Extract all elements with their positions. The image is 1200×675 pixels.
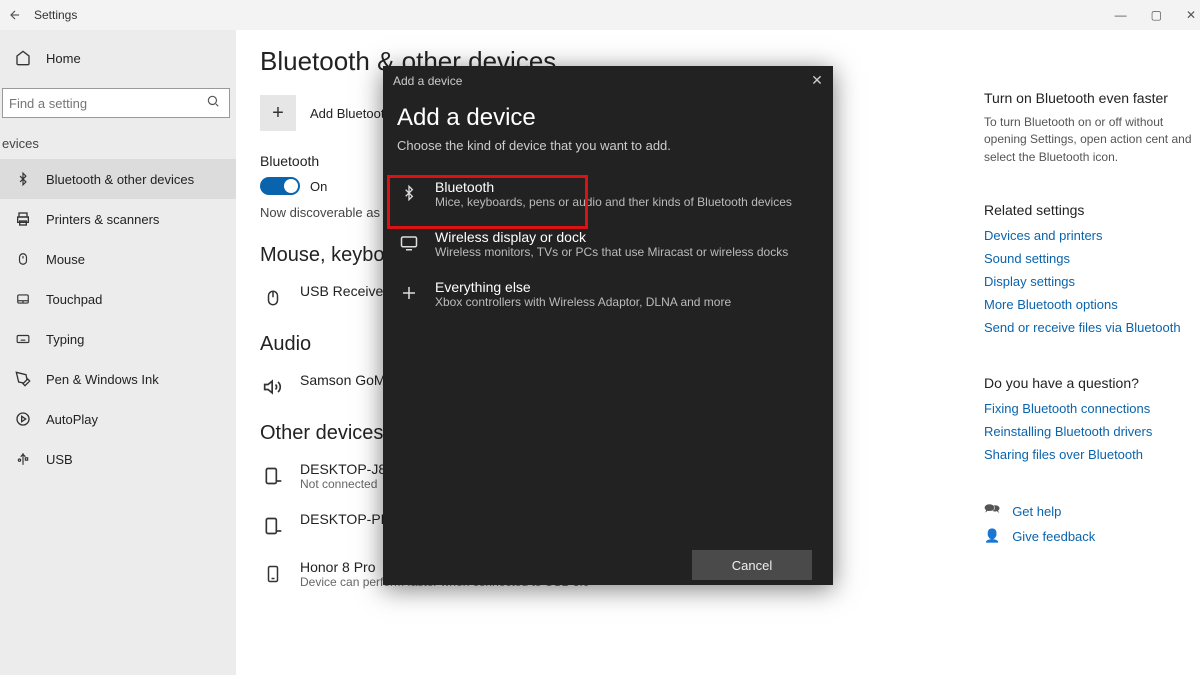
sidebar-item-mouse[interactable]: Mouse: [0, 239, 236, 279]
option-desc: Wireless monitors, TVs or PCs that use M…: [435, 245, 788, 259]
mouse-icon: [260, 285, 286, 311]
mouse-icon: [14, 250, 32, 268]
sidebar-item-typing[interactable]: Typing: [0, 319, 236, 359]
bluetooth-icon: [397, 181, 421, 205]
device-icon: [260, 513, 286, 539]
sidebar-item-pen[interactable]: Pen & Windows Ink: [0, 359, 236, 399]
tip-body: To turn Bluetooth on or off without open…: [984, 114, 1194, 166]
close-button[interactable]: ✕: [1186, 8, 1196, 22]
sidebar-item-label: Mouse: [46, 252, 85, 267]
sidebar: Home evices Bluetooth & other devices Pr…: [0, 30, 236, 675]
sidebar-item-autoplay[interactable]: AutoPlay: [0, 399, 236, 439]
question-title: Do you have a question?: [984, 375, 1194, 391]
question-link[interactable]: Fixing Bluetooth connections: [984, 401, 1194, 416]
related-title: Related settings: [984, 202, 1194, 218]
sidebar-home[interactable]: Home: [0, 38, 236, 78]
option-desc: Mice, keyboards, pens or audio and ther …: [435, 195, 792, 209]
bluetooth-state: On: [310, 179, 327, 194]
feedback-icon: 👤: [984, 528, 1000, 544]
pen-icon: [14, 370, 32, 388]
tip-title: Turn on Bluetooth even faster: [984, 90, 1194, 106]
option-desc: Xbox controllers with Wireless Adaptor, …: [435, 295, 731, 309]
sidebar-home-label: Home: [46, 51, 81, 66]
titlebar: Settings — ▢ ✕: [0, 0, 1200, 30]
sidebar-item-label: Pen & Windows Ink: [46, 372, 159, 387]
maximize-button[interactable]: ▢: [1151, 8, 1162, 22]
back-button[interactable]: [0, 0, 30, 30]
device-name: Samson GoMic: [300, 372, 396, 388]
bluetooth-icon: [14, 170, 32, 188]
sidebar-item-label: USB: [46, 452, 73, 467]
minimize-button[interactable]: —: [1115, 8, 1127, 22]
monitor-icon: [397, 231, 421, 255]
dialog-titlebar: Add a device ✕: [383, 66, 833, 96]
add-device-button[interactable]: +: [260, 95, 296, 131]
sidebar-item-bluetooth[interactable]: Bluetooth & other devices: [0, 159, 236, 199]
sidebar-category: evices: [0, 128, 236, 159]
get-help[interactable]: 🗪Get help: [984, 500, 1194, 522]
sidebar-search: [2, 88, 230, 118]
sidebar-item-printers[interactable]: Printers & scanners: [0, 199, 236, 239]
right-panel: Turn on Bluetooth even faster To turn Bl…: [984, 90, 1200, 550]
window-title: Settings: [34, 8, 77, 22]
home-icon: [14, 49, 32, 67]
usb-icon: [14, 450, 32, 468]
option-everything-else[interactable]: Everything elseXbox controllers with Wir…: [383, 269, 833, 319]
option-title: Everything else: [435, 279, 731, 295]
settings-window: Settings — ▢ ✕ Home evices Bluetooth & o…: [0, 0, 1200, 675]
option-title: Wireless display or dock: [435, 229, 788, 245]
plus-icon: [397, 281, 421, 305]
phone-icon: [260, 561, 286, 587]
sidebar-item-label: Typing: [46, 332, 84, 347]
sidebar-item-label: AutoPlay: [46, 412, 98, 427]
give-feedback[interactable]: 👤Give feedback: [984, 528, 1194, 544]
dialog-titlebar-text: Add a device: [393, 74, 462, 88]
search-icon: [206, 94, 220, 111]
plus-icon: +: [272, 102, 284, 125]
related-link[interactable]: More Bluetooth options: [984, 297, 1194, 312]
option-wireless-display[interactable]: Wireless display or dockWireless monitor…: [383, 219, 833, 269]
add-device-dialog: Add a device ✕ Add a device Choose the k…: [383, 66, 833, 585]
question-link[interactable]: Sharing files over Bluetooth: [984, 447, 1194, 462]
bluetooth-toggle[interactable]: [260, 177, 300, 195]
keyboard-icon: [14, 330, 32, 348]
sidebar-item-touchpad[interactable]: Touchpad: [0, 279, 236, 319]
device-name: USB Receiver: [300, 283, 388, 299]
cancel-button[interactable]: Cancel: [692, 550, 812, 580]
device-icon: [260, 463, 286, 489]
autoplay-icon: [14, 410, 32, 428]
dialog-close-button[interactable]: ✕: [807, 70, 827, 90]
sidebar-item-label: Bluetooth & other devices: [46, 172, 194, 187]
related-link[interactable]: Display settings: [984, 274, 1194, 289]
dialog-subtitle: Choose the kind of device that you want …: [397, 138, 819, 153]
sidebar-item-label: Touchpad: [46, 292, 102, 307]
sidebar-item-label: Printers & scanners: [46, 212, 159, 227]
touchpad-icon: [14, 290, 32, 308]
help-icon: 🗪: [984, 500, 1000, 522]
printer-icon: [14, 210, 32, 228]
dialog-title: Add a device: [397, 104, 819, 132]
related-link[interactable]: Devices and printers: [984, 228, 1194, 243]
related-link[interactable]: Sound settings: [984, 251, 1194, 266]
related-link[interactable]: Send or receive files via Bluetooth: [984, 320, 1194, 335]
sidebar-item-usb[interactable]: USB: [0, 439, 236, 479]
option-title: Bluetooth: [435, 179, 792, 195]
option-bluetooth[interactable]: BluetoothMice, keyboards, pens or audio …: [383, 169, 833, 219]
question-link[interactable]: Reinstalling Bluetooth drivers: [984, 424, 1194, 439]
search-input[interactable]: [2, 88, 230, 118]
speaker-icon: [260, 374, 286, 400]
